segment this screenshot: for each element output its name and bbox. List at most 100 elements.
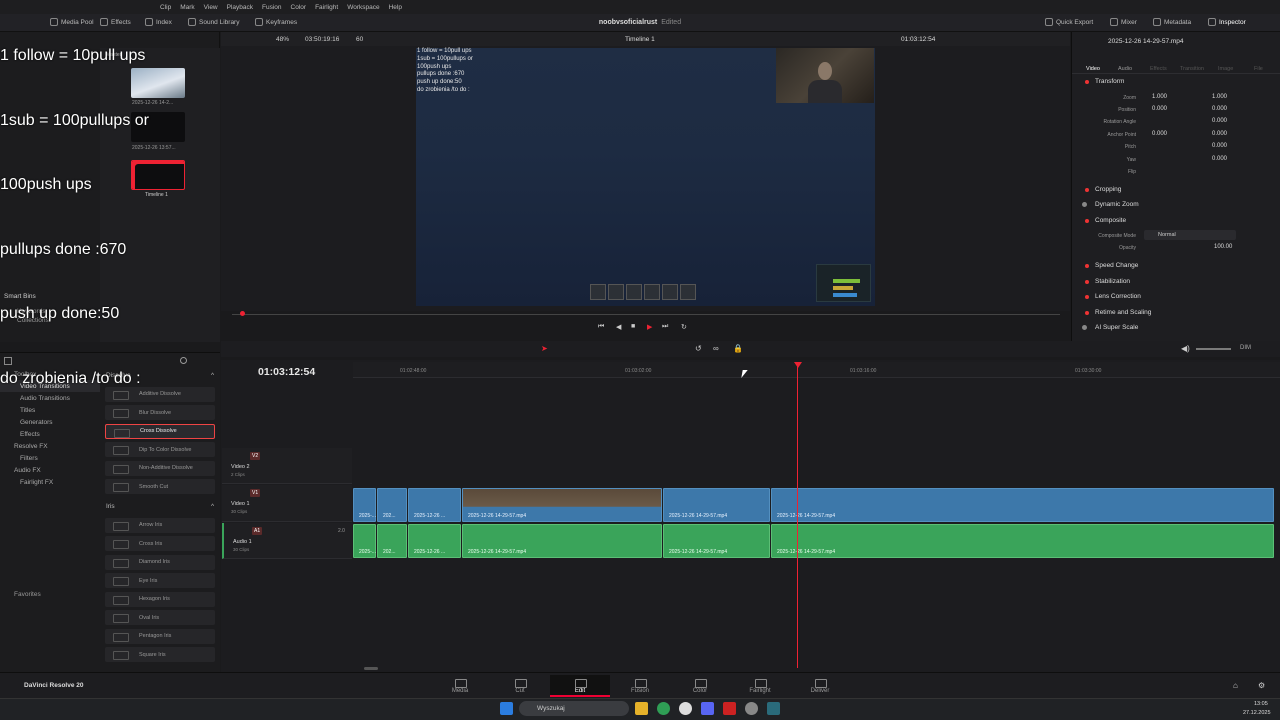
track-header-a1[interactable]: A1 2.0 Audio 1 30 Clips [222, 523, 352, 559]
rust-game-icon[interactable] [723, 702, 736, 715]
page-cut[interactable]: Cut [490, 675, 550, 697]
track-header-v2[interactable]: V2 Video 2 2 Clips [222, 448, 352, 484]
viewer-zoom[interactable]: 48% [276, 36, 289, 43]
menu-color[interactable]: Color [291, 4, 307, 11]
home-icon[interactable]: ⌂ [1233, 681, 1238, 690]
position-x-value[interactable]: 0.000 [1152, 106, 1167, 112]
page-deliver[interactable]: Deliver [790, 675, 850, 697]
menu-clip[interactable]: Clip [160, 4, 171, 11]
scrubber-handle[interactable] [240, 311, 245, 316]
transition-item[interactable]: Hexagon Iris [105, 591, 215, 607]
enable-dot[interactable] [1085, 219, 1089, 223]
pitch-value[interactable]: 0.000 [1212, 143, 1227, 149]
mixer-button[interactable]: Mixer [1110, 18, 1137, 26]
play-reverse-icon[interactable]: ◀ [616, 323, 621, 331]
transition-item-selected[interactable]: Cross Dissolve [105, 423, 215, 439]
tree-audio-fx[interactable]: Audio FX [0, 464, 100, 476]
enable-dot[interactable] [1085, 80, 1089, 84]
favorites[interactable]: Favorites [0, 588, 100, 600]
video-clip[interactable]: 2025-... [353, 488, 376, 522]
menu-playback[interactable]: Playback [227, 4, 253, 11]
enable-dot[interactable] [1085, 188, 1089, 192]
video-clip[interactable]: 202... [377, 488, 407, 522]
stabilization-section[interactable]: Stabilization [1095, 278, 1130, 285]
inspector-button[interactable]: Inspector [1208, 18, 1246, 26]
selection-tool-icon[interactable]: ➤ [541, 344, 548, 353]
link-icon[interactable]: ∞ [713, 344, 719, 353]
metadata-button[interactable]: Metadata [1153, 18, 1191, 26]
dynamic-zoom-section[interactable]: Dynamic Zoom [1095, 201, 1139, 208]
skip-to-start-icon[interactable]: ⏮ [598, 323, 604, 331]
menu-view[interactable]: View [204, 4, 218, 11]
rotation-value[interactable]: 0.000 [1212, 118, 1227, 124]
obs-icon[interactable] [679, 702, 692, 715]
menu-fairlight[interactable]: Fairlight [315, 4, 338, 11]
zoom-x-value[interactable]: 1.000 [1152, 94, 1167, 100]
taskbar-search[interactable]: Wyszukaj [519, 701, 629, 716]
loop-icon[interactable]: ↻ [681, 323, 687, 331]
opacity-value[interactable]: 100.00 [1214, 244, 1232, 250]
snapping-icon[interactable]: ↺ [695, 344, 702, 353]
skip-to-end-icon[interactable]: ⏭ [662, 323, 668, 331]
composite-section[interactable]: Composite [1095, 217, 1126, 224]
settings-gear-icon[interactable]: ⚙ [1258, 681, 1265, 690]
menu-workspace[interactable]: Workspace [347, 4, 379, 11]
playhead[interactable] [797, 362, 798, 668]
anchor-y-value[interactable]: 0.000 [1212, 131, 1227, 137]
volume-icon[interactable]: ◀) [1181, 344, 1190, 353]
transition-item[interactable]: Smooth Cut [105, 479, 215, 494]
menu-help[interactable]: Help [389, 4, 402, 11]
video-clip[interactable]: 2025-12-26 14-29-57.mp4 [462, 488, 662, 522]
tab-audio[interactable]: Audio [1118, 66, 1132, 72]
tree-generators[interactable]: Generators [0, 416, 100, 428]
yaw-value[interactable]: 0.000 [1212, 156, 1227, 162]
transition-item[interactable]: Cross Iris [105, 536, 215, 551]
timeline-ruler[interactable]: 01:02:48:00 01:03:02:00 01:03:16:00 01:0… [353, 362, 1280, 378]
menu-fusion[interactable]: Fusion [262, 4, 282, 11]
transition-item[interactable]: Non-Additive Dissolve [105, 460, 215, 476]
enable-dot[interactable] [1085, 295, 1089, 299]
iris-section-header[interactable]: Iris ^ [103, 499, 217, 514]
windows-start-icon[interactable] [500, 702, 513, 715]
transition-item[interactable]: Pentagon Iris [105, 628, 215, 644]
super-scale-section[interactable]: AI Super Scale [1095, 324, 1138, 331]
sound-library-button[interactable]: Sound Library [188, 18, 239, 26]
tree-resolve-fx[interactable]: Resolve FX [0, 440, 100, 452]
lens-correction-section[interactable]: Lens Correction [1095, 293, 1141, 300]
enable-dot[interactable] [1082, 325, 1087, 330]
tab-transition[interactable]: Transition [1180, 66, 1204, 72]
enable-dot[interactable] [1085, 311, 1089, 315]
retime-section[interactable]: Retime and Scaling [1095, 309, 1151, 316]
search-icon[interactable] [180, 357, 187, 364]
menu-mark[interactable]: Mark [180, 4, 194, 11]
transition-item[interactable]: Eye Iris [105, 573, 215, 588]
video-clip[interactable]: 2025-12-26 14-29-57.mp4 [771, 488, 1274, 522]
audio-clip[interactable]: 2025-12-26 14-29-57.mp4 [771, 524, 1274, 558]
timeline-scrollbar[interactable] [364, 667, 378, 670]
davinci-resolve-icon[interactable] [767, 702, 780, 715]
tree-filters[interactable]: Filters [0, 452, 100, 464]
volume-slider[interactable] [1196, 348, 1231, 350]
audio-clip[interactable]: 2025-12-26 14-29-57.mp4 [663, 524, 770, 558]
tab-effects[interactable]: Effects [1150, 66, 1167, 72]
dim-button[interactable]: DIM [1240, 345, 1251, 351]
transition-item[interactable]: Arrow Iris [105, 517, 215, 533]
anchor-x-value[interactable]: 0.000 [1152, 131, 1167, 137]
enable-dot[interactable] [1085, 264, 1089, 268]
tab-image[interactable]: Image [1218, 66, 1233, 72]
viewer-scrubber[interactable] [232, 314, 1060, 315]
zoom-y-value[interactable]: 1.000 [1212, 94, 1227, 100]
audio-clip[interactable]: 2025-12-26 14-29-57.mp4 [462, 524, 662, 558]
page-media[interactable]: Media [430, 675, 490, 697]
stop-icon[interactable]: ■ [631, 323, 635, 330]
cropping-section[interactable]: Cropping [1095, 186, 1121, 193]
audio-clip[interactable]: 2025-... [353, 524, 376, 558]
timeline-name[interactable]: Timeline 1 [625, 36, 655, 43]
transition-item[interactable]: Square Iris [105, 647, 215, 662]
page-fairlight[interactable]: Fairlight [730, 675, 790, 697]
steam-icon[interactable] [745, 702, 758, 715]
enable-dot[interactable] [1085, 280, 1089, 284]
tree-fairlight-fx[interactable]: Fairlight FX [0, 476, 100, 488]
index-button[interactable]: Index [145, 18, 172, 26]
transition-item[interactable]: Dip To Color Dissolve [105, 442, 215, 457]
